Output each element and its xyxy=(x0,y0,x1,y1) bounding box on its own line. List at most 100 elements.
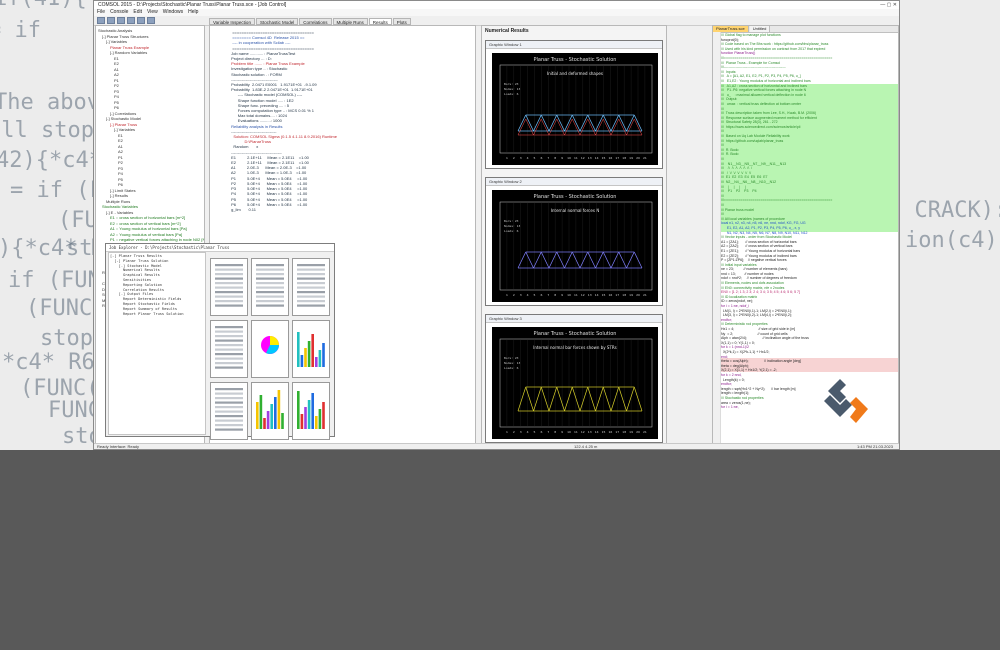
truss-plot: Planar Truss - Stochastic Solution Intern… xyxy=(499,331,653,434)
axis-tick-label: 3 xyxy=(520,430,522,434)
tab-results[interactable]: Results xyxy=(368,18,392,25)
text-line xyxy=(215,335,243,338)
save-icon[interactable] xyxy=(117,17,125,24)
window-controls[interactable]: — ▢ ✕ xyxy=(880,1,897,9)
plot-heading: Planar Truss - Stochastic Solution xyxy=(534,57,617,63)
deformed-bar xyxy=(541,118,550,136)
chart-bar xyxy=(315,357,318,367)
menu-item-windows[interactable]: Windows xyxy=(163,9,183,16)
job-explorer-tree: [-] Planar Truss Results [-] Planar Trus… xyxy=(108,252,206,435)
code-lines[interactable]: /// Global flag to manage plot functions… xyxy=(721,33,898,410)
thumbnail-grid xyxy=(208,254,333,440)
background-code-line: 42){*c4* xyxy=(0,148,102,173)
truss-bar xyxy=(579,386,589,412)
menu-item-file[interactable]: File xyxy=(97,9,105,16)
text-line xyxy=(256,304,284,307)
graphic-window[interactable]: Graphic Window 3 Planar Truss - Stochasti… xyxy=(485,314,663,443)
job-explorer-title: Job Explorer - D:\Projects\Stochastic\Pl… xyxy=(106,244,334,252)
truss-bar xyxy=(579,114,589,132)
truss-bar xyxy=(540,114,550,132)
menu-item-edit[interactable]: Edit xyxy=(133,9,142,16)
axis-tick-label: 2 xyxy=(513,430,515,434)
job-explorer-item[interactable]: Report Planar Truss Solution xyxy=(110,312,204,317)
text-line xyxy=(215,366,243,369)
text-line xyxy=(215,406,243,409)
new-file-icon[interactable] xyxy=(97,17,105,24)
axis-tick-label: 3 xyxy=(520,293,522,297)
text-line xyxy=(297,277,325,280)
text-line xyxy=(215,428,243,431)
plot-info-label: Nodes: 13 xyxy=(504,224,520,228)
truss-plot: Planar Truss - Stochastic Solution Initia… xyxy=(499,57,653,160)
tree-item[interactable]: P1 :: negative vertical forces attaching… xyxy=(98,237,204,243)
report-page-thumbnail[interactable] xyxy=(251,320,289,378)
chart-bar xyxy=(297,332,300,367)
tab-plots[interactable]: Plots xyxy=(392,18,411,25)
menu-item-view[interactable]: View xyxy=(147,9,158,16)
report-page-thumbnail[interactable] xyxy=(292,382,330,440)
chart-bar xyxy=(266,411,270,429)
axis-tick-label: 15 xyxy=(602,293,606,297)
graphic-window[interactable]: Graphic Window 2 Planar Truss - Stochasti… xyxy=(485,177,663,306)
truss-bar xyxy=(548,114,558,132)
stop-icon[interactable] xyxy=(137,17,145,24)
menu-item-help[interactable]: Help xyxy=(188,9,198,16)
axis-tick-label: 13 xyxy=(588,156,592,160)
editor-tab[interactable]: Untitled xyxy=(749,26,771,32)
axis-tick-label: 8 xyxy=(554,156,556,160)
plot-info-label: Loads: 6 xyxy=(504,229,519,233)
deformed-bar xyxy=(579,118,588,136)
report-page-thumbnail[interactable] xyxy=(210,320,248,378)
open-file-icon[interactable] xyxy=(107,17,115,24)
axis-tick-label: 18 xyxy=(622,156,626,160)
tree-item[interactable]: A1 :: Young modulus of horizontal bars [… xyxy=(98,226,202,232)
axis-tick-label: 7 xyxy=(547,430,549,434)
report-page-thumbnail[interactable] xyxy=(210,258,248,316)
run-icon[interactable] xyxy=(127,17,135,24)
truss-bar xyxy=(517,114,527,132)
background-code-line: ill stop xyxy=(0,118,94,143)
axis-tick-label: 17 xyxy=(615,156,619,160)
text-line xyxy=(297,264,325,267)
plot-info-label: Bars: 23 xyxy=(504,219,519,223)
axis-tick-label: 15 xyxy=(602,430,606,434)
chart-bar xyxy=(318,350,322,367)
report-page-thumbnail[interactable] xyxy=(292,258,330,316)
numerical-results-pane: Numerical Results Graphic Window 1 Planar… xyxy=(481,25,667,445)
chart-bar xyxy=(297,391,300,429)
axis-tick-label: 17 xyxy=(615,430,619,434)
report-page-thumbnail[interactable] xyxy=(251,382,289,440)
truss-bar xyxy=(556,251,565,269)
text-line xyxy=(297,268,325,271)
text-line xyxy=(256,282,284,285)
axis-tick-label: 16 xyxy=(608,430,612,434)
truss-bar xyxy=(571,114,581,132)
chart-bar xyxy=(270,404,273,429)
axis-tick-label: 18 xyxy=(622,430,626,434)
background-code-line: ion(c4) xyxy=(905,228,998,253)
graphic-window-title: Graphic Window 2 xyxy=(486,178,662,186)
text-line xyxy=(215,330,243,333)
settings-icon[interactable] xyxy=(147,17,155,24)
deformed-bar xyxy=(564,118,573,136)
axis-tick-label: 9 xyxy=(561,430,563,434)
text-line xyxy=(215,326,243,329)
chart-bar xyxy=(322,343,325,367)
chart-bar xyxy=(300,355,304,367)
report-page-thumbnail[interactable] xyxy=(292,320,330,378)
graphic-window-title: Graphic Window 1 xyxy=(486,41,662,49)
axis-tick-label: 14 xyxy=(595,293,599,297)
report-page-thumbnail[interactable] xyxy=(210,382,248,440)
menu-item-console[interactable]: Console xyxy=(110,9,128,16)
tab-variable-inspection[interactable]: Variable Inspection xyxy=(209,18,255,25)
truss-bar xyxy=(548,251,558,269)
text-line xyxy=(215,397,243,400)
tab-multiple-runs[interactable]: Multiple Runs xyxy=(332,18,368,25)
tab-correlations[interactable]: Correlations xyxy=(299,18,332,25)
truss-bar xyxy=(556,386,565,412)
text-line xyxy=(215,291,243,294)
text-line xyxy=(256,264,284,267)
report-page-thumbnail[interactable] xyxy=(251,258,289,316)
tab-stochastic-model[interactable]: Stochastic Model xyxy=(255,18,299,25)
graphic-window[interactable]: Graphic Window 1 Planar Truss - Stochasti… xyxy=(485,40,663,169)
